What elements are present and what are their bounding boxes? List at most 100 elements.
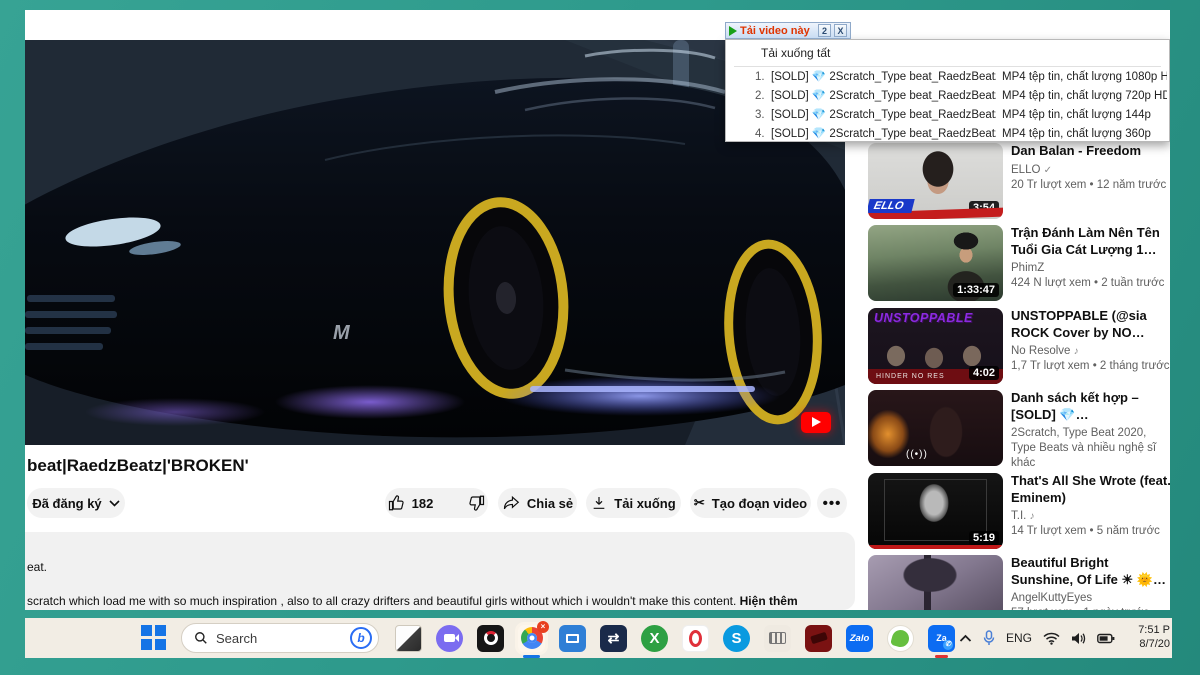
related-title[interactable]: Dan Balan - Freedom: [1011, 143, 1170, 160]
related-video-1[interactable]: ELLO 3:54 Dan Balan - Freedom ELLO ✓ 20 …: [868, 143, 1170, 221]
description-line-2: scratch which load me with so much inspi…: [27, 594, 837, 608]
music-note-icon: ♪: [1074, 346, 1079, 357]
related-title[interactable]: UNSTOPPABLE (@sia ROCK Cover by NO RESOL…: [1011, 308, 1170, 341]
system-tray: ENG 7:51 P 8/7/20: [959, 618, 1172, 658]
like-count: 182: [412, 496, 434, 511]
chrome-icon[interactable]: ×: [518, 625, 545, 652]
related-meta: 20 Tr lượt xem • 12 năm trước: [1011, 179, 1170, 191]
share-icon: [502, 495, 520, 511]
microphone-icon[interactable]: [983, 630, 995, 646]
video-thumbnail[interactable]: UNSTOPPABLE HINDER NO RES 4:02: [868, 308, 1003, 384]
chevron-down-icon: [109, 500, 120, 507]
coccoc-icon[interactable]: [887, 625, 914, 652]
related-title[interactable]: Danh sách kết hợp – [SOLD] 💎 2Scratch|Ty…: [1011, 390, 1170, 423]
video-thumbnail[interactable]: [868, 555, 1003, 610]
related-meta: 57 lượt xem • 1 ngày trước: [1011, 607, 1170, 610]
related-video-2[interactable]: 1:33:47 Trận Đánh Làm Nên Tên Tuổi Gia C…: [868, 225, 1170, 303]
like-button[interactable]: 182: [378, 488, 444, 518]
ellipsis-icon: •••: [823, 495, 842, 512]
related-meta: 424 N lượt xem • 2 tuần trước: [1011, 277, 1170, 289]
duration-badge: 5:19: [969, 531, 999, 545]
battery-icon[interactable]: [1097, 633, 1115, 644]
search-placeholder: Search: [216, 631, 342, 646]
browser-page: M beat|RaedzBeatz|'BROKEN' Đã đăng ký 18…: [25, 10, 1170, 610]
related-video-5[interactable]: 5:19 That's All She Wrote (feat. Eminem)…: [868, 473, 1170, 551]
related-channel[interactable]: AngelKuttyEyes: [1011, 591, 1170, 606]
idm-download-panel: Tải xuống tất 1. [SOLD] 💎 2Scratch_Type …: [725, 39, 1170, 142]
snip-app-icon[interactable]: [395, 625, 422, 652]
download-icon: [591, 495, 607, 511]
search-icon: [194, 631, 208, 645]
speaker-icon[interactable]: [1071, 632, 1086, 645]
play-icon: [729, 26, 737, 36]
verified-icon: ✓: [1044, 165, 1052, 176]
related-channel[interactable]: ELLO ✓: [1011, 163, 1170, 178]
teamviewer-icon[interactable]: ⇄: [600, 625, 627, 652]
start-button[interactable]: [141, 625, 167, 651]
taskbar-search[interactable]: Search b: [181, 623, 379, 653]
download-button[interactable]: Tải xuống: [586, 488, 681, 518]
camera-app-icon[interactable]: [477, 625, 504, 652]
related-meta: 14 Tr lượt xem • 5 năm trước: [1011, 525, 1170, 537]
car-video-frame: [25, 40, 845, 445]
mix-playlist-icon: ((•)): [906, 449, 928, 460]
clock-time: 7:51 P: [1138, 624, 1170, 636]
like-dislike-bar: 182: [385, 488, 488, 518]
download-all-link[interactable]: Tải xuống tất: [761, 46, 830, 60]
video-chat-app-icon[interactable]: [436, 625, 463, 652]
share-button[interactable]: Chia sẻ: [498, 488, 577, 518]
music-note-icon: ♪: [1030, 511, 1035, 522]
idm-options-button[interactable]: 2: [818, 24, 831, 37]
subscribe-button[interactable]: Đã đăng ký: [27, 488, 125, 518]
related-video-3[interactable]: UNSTOPPABLE HINDER NO RES 4:02 UNSTOPPAB…: [868, 308, 1170, 386]
video-thumbnail[interactable]: 1:33:47: [868, 225, 1003, 301]
duration-badge: 3:54: [969, 201, 999, 215]
remote-desktop-app-icon[interactable]: [559, 625, 586, 652]
related-channel[interactable]: No Resolve ♪: [1011, 344, 1170, 359]
related-channel[interactable]: 2Scratch, Type Beat 2020, Type Beats và …: [1011, 426, 1170, 471]
more-actions-button[interactable]: •••: [817, 488, 847, 518]
idm-item-3[interactable]: 3. [SOLD] 💎 2Scratch_Type beat_RaedzBeat…: [726, 106, 1169, 125]
scissors-icon: ✂: [694, 495, 705, 511]
input-keyboard-icon[interactable]: [764, 625, 791, 652]
red-app-icon[interactable]: [805, 625, 832, 652]
related-channel[interactable]: T.I. ♪: [1011, 509, 1170, 524]
taskbar-clock[interactable]: 7:51 P 8/7/20: [1126, 624, 1170, 652]
divider: [734, 66, 1161, 67]
related-channel[interactable]: PhimZ: [1011, 261, 1170, 276]
idm-item-1[interactable]: 1. [SOLD] 💎 2Scratch_Type beat_RaedzBeat…: [726, 68, 1169, 87]
notification-badge: ×: [537, 621, 549, 633]
opera-icon[interactable]: [682, 625, 709, 652]
video-player[interactable]: M: [25, 40, 845, 445]
youtube-logo[interactable]: [801, 412, 831, 433]
wifi-icon[interactable]: [1043, 632, 1060, 645]
idm-item-4[interactable]: 4. [SOLD] 💎 2Scratch_Type beat_RaedzBeat…: [726, 125, 1169, 144]
thumbs-down-icon: [467, 494, 485, 512]
taskbar: Search b × ⇄ X S Zalo Za✆ ENG: [25, 618, 1172, 658]
thumbs-up-icon: [388, 494, 406, 512]
xbox-icon[interactable]: X: [641, 625, 668, 652]
related-video-4[interactable]: ((•)) Danh sách kết hợp – [SOLD] 💎 2Scra…: [868, 390, 1170, 468]
dislike-button[interactable]: [457, 488, 495, 518]
skype-icon[interactable]: S: [723, 625, 750, 652]
related-title[interactable]: That's All She Wrote (feat. Eminem): [1011, 473, 1170, 506]
idm-download-tab[interactable]: Tải video này 2 X: [725, 22, 851, 39]
show-more-link[interactable]: Hiện thêm: [740, 594, 798, 608]
thumb-label: ELLO: [868, 199, 915, 213]
related-title[interactable]: Beautiful Bright Sunshine, Of Life ☀ 🌞 […: [1011, 555, 1170, 588]
related-meta: 1,7 Tr lượt xem • 2 tháng trước: [1011, 360, 1170, 372]
video-thumbnail[interactable]: 5:19: [868, 473, 1003, 549]
clock-date: 8/7/20: [1139, 638, 1170, 650]
idm-close-button[interactable]: X: [834, 24, 847, 37]
related-video-6[interactable]: Beautiful Bright Sunshine, Of Life ☀ 🌞 […: [868, 555, 1170, 610]
language-indicator[interactable]: ENG: [1006, 631, 1032, 645]
tray-chevron-up-icon[interactable]: [959, 634, 972, 643]
zalo-icon[interactable]: Zalo: [846, 625, 873, 652]
idm-item-2[interactable]: 2. [SOLD] 💎 2Scratch_Type beat_RaedzBeat…: [726, 87, 1169, 106]
video-thumbnail[interactable]: ELLO 3:54: [868, 143, 1003, 219]
create-clip-button[interactable]: ✂ Tạo đoạn video: [690, 488, 811, 518]
description-box[interactable]: eat. scratch which load me with so much …: [25, 532, 855, 610]
video-thumbnail[interactable]: ((•)): [868, 390, 1003, 466]
related-title[interactable]: Trận Đánh Làm Nên Tên Tuổi Gia Cát Lượng…: [1011, 225, 1170, 258]
zalo-call-icon[interactable]: Za✆: [928, 625, 955, 652]
